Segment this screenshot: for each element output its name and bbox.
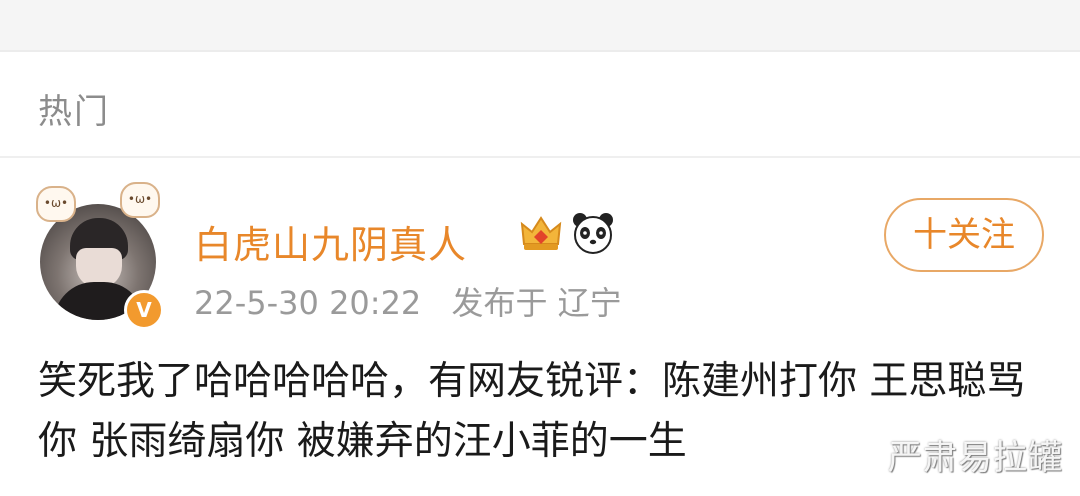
- section-header: 热门: [0, 52, 1080, 158]
- watermark: 严肃易拉罐: [888, 438, 1063, 478]
- follow-button[interactable]: 十关注: [884, 198, 1044, 272]
- username[interactable]: 白虎山九阴真人: [194, 214, 467, 269]
- cat-sticker-icon: •ω•: [120, 182, 160, 218]
- post-location: 发布于 辽宁: [451, 284, 622, 322]
- post-meta: 22-5-30 20:22 发布于 辽宁: [194, 278, 642, 324]
- post-date: 22-5-30 20:22: [194, 284, 422, 322]
- section-title: 热门: [38, 92, 110, 132]
- crown-icon: [520, 216, 562, 250]
- weibo-page: 热门 •ω• •ω• V 白虎山九阴真人 22-5-30 20:22 发布于 辽…: [0, 0, 1080, 496]
- verified-badge-icon: V: [124, 290, 164, 330]
- avatar[interactable]: •ω• •ω• V: [36, 182, 166, 330]
- cat-sticker-icon: •ω•: [36, 186, 76, 222]
- top-strip: [0, 0, 1080, 52]
- panda-icon: [573, 213, 613, 254]
